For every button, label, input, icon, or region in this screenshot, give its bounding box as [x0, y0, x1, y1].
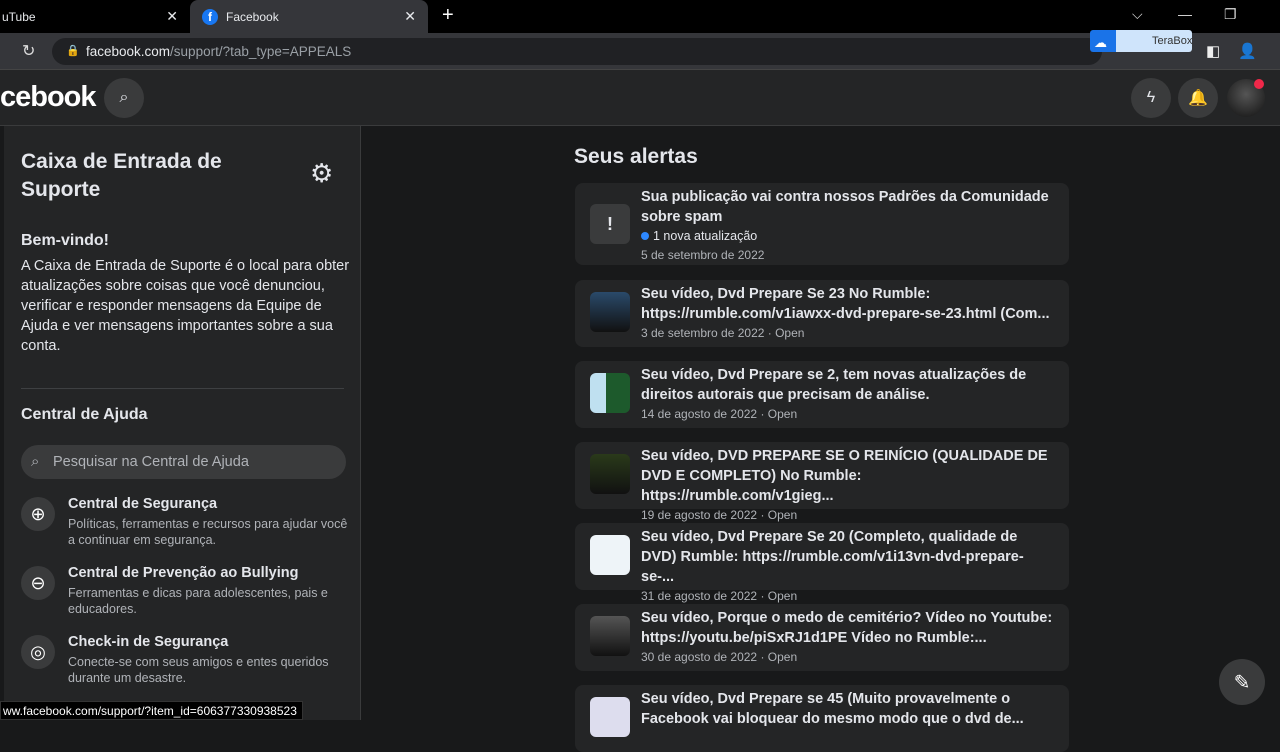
notification-dot: [1254, 79, 1264, 89]
tab-label: Facebook: [226, 9, 279, 24]
search-icon: ⌕: [119, 89, 129, 106]
alert-item[interactable]: Seu vídeo, Dvd Prepare Se 23 No Rumble: …: [575, 280, 1069, 347]
search-icon: ⌕: [31, 453, 40, 470]
search-button[interactable]: ⌕: [104, 78, 144, 118]
video-thumbnail: [590, 535, 630, 575]
bell-icon: 🔔: [1188, 90, 1208, 107]
alert-meta: 3 de setembro de 2022 · Open: [641, 326, 805, 340]
help-item-desc: Conecte-se com seus amigos e entes queri…: [68, 655, 329, 685]
search-placeholder: Pesquisar na Central de Ajuda: [53, 454, 249, 470]
video-thumbnail: [590, 373, 630, 413]
new-message-button[interactable]: ✎: [1219, 659, 1265, 705]
tab-bar: uTube ✕ f Facebook ✕ + ⌵ — ❐: [0, 0, 1280, 33]
close-tab-icon[interactable]: ✕: [404, 8, 416, 25]
welcome-title: Bem-vindo!: [21, 232, 109, 249]
help-item-title: Central de Segurança: [68, 496, 218, 512]
address-bar-row: ↻ 🔒 facebook.com/support/?tab_type=APPEAL…: [0, 33, 1280, 70]
facebook-logo[interactable]: cebook: [0, 81, 97, 114]
help-center-title: Central de Ajuda: [21, 406, 148, 423]
alert-title: Seu vídeo, Dvd Prepare se 2, tem novas a…: [641, 367, 1027, 403]
alerts-title: Seus alertas: [574, 145, 698, 168]
gear-icon[interactable]: ⚙: [310, 158, 333, 189]
warning-icon: !: [590, 204, 630, 244]
lock-icon: 🔒: [66, 45, 80, 57]
alert-title: Seu vídeo, Porque o medo de cemitério? V…: [641, 610, 1053, 646]
messenger-icon: ϟ: [1146, 89, 1156, 106]
terabox-label: TeraBox: [1152, 35, 1193, 47]
close-tab-icon[interactable]: ✕: [166, 8, 178, 25]
status-bar-url: ww.facebook.com/support/?item_id=6063773…: [0, 701, 303, 720]
alert-title: Seu vídeo, Dvd Prepare Se 23 No Rumble: …: [641, 286, 1050, 322]
help-item-desc: Ferramentas e dicas para adolescentes, p…: [68, 586, 328, 616]
help-item-desc: Políticas, ferramentas e recursos para a…: [68, 517, 348, 547]
alert-title: Sua publicação vai contra nossos Padrões…: [641, 189, 1049, 225]
welcome-text: A Caixa de Entrada de Suporte é o local …: [21, 258, 350, 354]
alert-meta: 14 de agosto de 2022 · Open: [641, 407, 798, 421]
tab-youtube[interactable]: uTube ✕: [0, 0, 190, 33]
lifebuoy-icon: ⊕: [21, 497, 55, 531]
help-item-title: Central de Prevenção ao Bullying: [68, 565, 299, 581]
help-search-input[interactable]: ⌕ Pesquisar na Central de Ajuda: [21, 445, 346, 479]
terabox-extension[interactable]: ☁ TeraBox: [1090, 30, 1192, 52]
alert-item[interactable]: Seu vídeo, Dvd Prepare se 2, tem novas a…: [575, 361, 1069, 428]
page-title: Caixa de Entrada de Suporte: [21, 150, 222, 201]
divider: [21, 388, 344, 389]
alert-item[interactable]: ! Sua publicação vai contra nossos Padrõ…: [575, 183, 1069, 265]
notifications-button[interactable]: 🔔: [1178, 78, 1218, 118]
update-badge: 1 nova atualização: [641, 227, 1056, 246]
video-thumbnail: [590, 616, 630, 656]
reload-icon[interactable]: ↻: [22, 41, 35, 61]
cloud-upload-icon: ☁: [1094, 35, 1107, 50]
minimize-button[interactable]: —: [1178, 6, 1192, 22]
alert-title: Seu vídeo, Dvd Prepare Se 20 (Completo, …: [641, 529, 1024, 585]
side-panel-icon[interactable]: ◧: [1206, 42, 1220, 60]
tab-label: uTube: [2, 9, 36, 24]
alert-item[interactable]: Seu vídeo, Dvd Prepare Se 20 (Completo, …: [575, 523, 1069, 603]
video-thumbnail: [590, 697, 630, 737]
profile-icon[interactable]: 👤: [1238, 42, 1257, 60]
tab-facebook[interactable]: f Facebook ✕: [190, 0, 428, 33]
alert-title: Seu vídeo, Dvd Prepare se 45 (Muito prov…: [641, 691, 1024, 727]
alert-title: Seu vídeo, DVD PREPARE SE O REINÍCIO (QU…: [641, 448, 1048, 504]
help-item-title: Check-in de Segurança: [68, 634, 229, 650]
facebook-favicon-icon: f: [202, 8, 218, 25]
safety-check-icon: ◎: [21, 635, 55, 669]
support-sidebar: Caixa de Entrada de Suporte ⚙ Bem-vindo!…: [4, 126, 361, 720]
video-thumbnail: [590, 454, 630, 494]
video-thumbnail: [590, 292, 630, 332]
url-input[interactable]: 🔒 facebook.com/support/?tab_type=APPEALS: [52, 38, 1102, 65]
alert-meta: 30 de agosto de 2022 · Open: [641, 650, 798, 664]
alert-item[interactable]: Seu vídeo, DVD PREPARE SE O REINÍCIO (QU…: [575, 442, 1069, 522]
alert-meta: 5 de setembro de 2022: [641, 248, 765, 262]
alert-item[interactable]: Seu vídeo, Dvd Prepare se 45 (Muito prov…: [575, 685, 1069, 752]
no-entry-icon: ⊖: [21, 566, 55, 600]
restore-button[interactable]: ❐: [1224, 6, 1237, 23]
messenger-button[interactable]: ϟ: [1131, 78, 1171, 118]
facebook-header: cebook ⌕ ϟ 🔔: [0, 70, 1280, 126]
new-tab-button[interactable]: +: [442, 4, 454, 27]
tab-search-icon[interactable]: ⌵: [1132, 6, 1143, 23]
alert-item[interactable]: Seu vídeo, Porque o medo de cemitério? V…: [575, 604, 1069, 671]
compose-icon: ✎: [1233, 671, 1251, 694]
